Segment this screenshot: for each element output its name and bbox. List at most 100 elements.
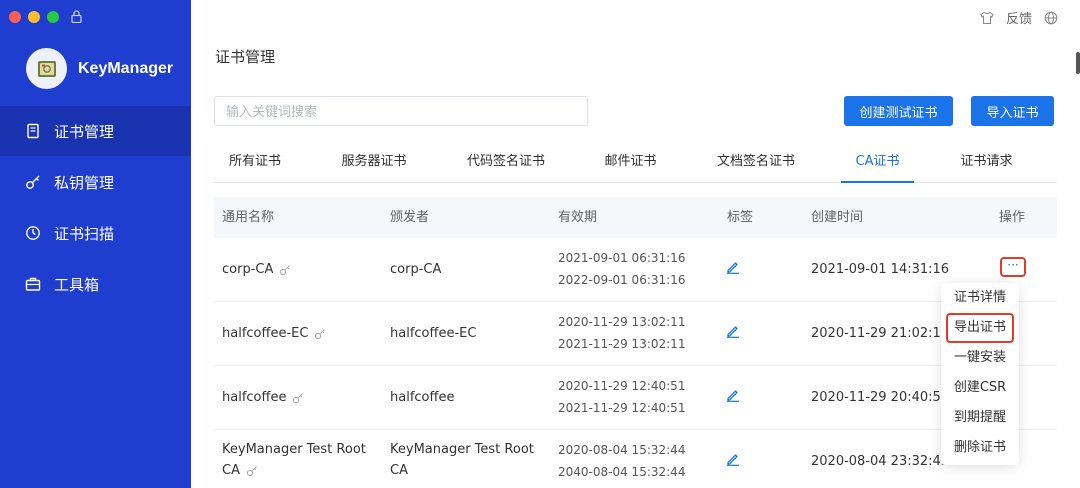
cert-name-cell: KeyManager Test Root CA xyxy=(222,439,382,481)
cert-validity: 2020-08-04 15:32:44 2040-08-04 15:32:44 xyxy=(558,439,685,483)
column-header-actions: 操作 xyxy=(999,210,1026,225)
menu-item-one-click-install[interactable]: 一键安装 xyxy=(941,343,1019,373)
window-controls xyxy=(9,11,59,23)
cert-validity: 2021-09-01 06:31:16 2022-09-01 06:31:16 xyxy=(558,247,685,291)
cert-created: 2021-09-01 14:31:16 xyxy=(811,262,950,277)
create-test-cert-button[interactable]: 创建测试证书 xyxy=(844,96,953,126)
valid-from: 2020-08-04 15:32:44 xyxy=(558,443,686,457)
cert-name-cell: halfcoffee xyxy=(222,387,382,408)
valid-from: 2020-11-29 12:40:51 xyxy=(558,379,686,393)
import-cert-button[interactable]: 导入证书 xyxy=(971,96,1054,126)
cert-name: halfcoffee xyxy=(222,390,287,405)
valid-to: 2021-11-29 13:02:11 xyxy=(558,337,686,351)
table-header: 通用名称 颁发者 有效期 标签 创建时间 操作 xyxy=(214,197,1057,238)
app-name: KeyManager xyxy=(78,59,174,77)
scrollbar[interactable] xyxy=(1076,52,1080,74)
sidebar-item-cert-scan[interactable]: 证书扫描 xyxy=(0,208,191,258)
scan-icon xyxy=(25,225,41,241)
cert-created: 2020-08-04 23:32:45 xyxy=(811,454,950,469)
key-icon xyxy=(246,465,257,476)
tab-cert-requests[interactable]: 证书请求 xyxy=(960,141,1013,183)
table-row[interactable]: KeyManager Test Root CA KeyManager Test … xyxy=(214,430,1057,488)
edit-icon xyxy=(727,326,739,338)
column-header-tags[interactable]: 标签 xyxy=(727,197,753,238)
key-icon xyxy=(293,392,304,403)
tab-ca-certs[interactable]: CA证书 xyxy=(841,141,914,183)
tab-email-certs[interactable]: 邮件证书 xyxy=(604,141,657,183)
edit-icon xyxy=(727,454,739,466)
certificate-icon xyxy=(25,123,41,139)
tab-server-certs[interactable]: 服务器证书 xyxy=(341,141,407,183)
cert-validity: 2020-11-29 13:02:11 2021-11-29 13:02:11 xyxy=(558,311,685,355)
tab-code-signing-certs[interactable]: 代码签名证书 xyxy=(466,141,546,183)
menu-item-delete-cert[interactable]: 删除证书 xyxy=(941,433,1019,463)
sidebar-item-toolbox[interactable]: 工具箱 xyxy=(0,259,191,309)
cert-name: halfcoffee-EC xyxy=(222,326,309,341)
key-icon xyxy=(280,264,291,275)
sidebar-item-cert-management[interactable]: 证书管理 xyxy=(0,106,191,156)
column-header-common-name[interactable]: 通用名称 xyxy=(222,197,274,238)
cert-name: corp-CA xyxy=(222,262,274,277)
menu-item-create-csr[interactable]: 创建CSR xyxy=(941,373,1019,403)
brand: KeyManager xyxy=(26,48,173,89)
page-title: 证书管理 xyxy=(215,48,276,66)
menu-item-export-cert[interactable]: 导出证书 xyxy=(946,313,1014,343)
edit-tag-button[interactable] xyxy=(726,388,740,406)
valid-to: 2040-08-04 15:32:44 xyxy=(558,465,686,479)
cert-issuer: halfcoffee-EC xyxy=(390,326,477,341)
valid-to: 2022-09-01 06:31:16 xyxy=(558,273,686,287)
valid-from: 2021-09-01 06:31:16 xyxy=(558,251,686,265)
lock-icon[interactable] xyxy=(71,10,82,23)
valid-to: 2021-11-29 12:40:51 xyxy=(558,401,686,415)
tab-all-certs[interactable]: 所有证书 xyxy=(229,141,281,183)
valid-from: 2020-11-29 13:02:11 xyxy=(558,315,686,329)
key-icon xyxy=(315,328,326,339)
edit-tag-button[interactable] xyxy=(726,260,740,278)
sidebar-item-label: 私钥管理 xyxy=(54,173,115,192)
table-row[interactable]: corp-CA corp-CA 2021-09-01 06:31:16 2022… xyxy=(214,238,1057,302)
actions-dropdown-menu: 证书详情 导出证书 一键安装 创建CSR 到期提醒 删除证书 xyxy=(941,283,1019,465)
cert-issuer: halfcoffee xyxy=(390,390,455,405)
key-icon xyxy=(25,174,41,190)
edit-tag-button[interactable] xyxy=(726,324,740,342)
top-toolbar: 反馈 xyxy=(980,8,1058,27)
cert-table: 通用名称 颁发者 有效期 标签 创建时间 操作 corp-CA corp-CA … xyxy=(214,197,1057,488)
cert-created: 2020-11-29 20:40:51 xyxy=(811,390,950,405)
edit-icon xyxy=(727,262,739,274)
column-header-validity[interactable]: 有效期 xyxy=(558,197,597,238)
feedback-link[interactable]: 反馈 xyxy=(1006,8,1032,27)
sidebar-nav: 证书管理 私钥管理 证书扫描 工具箱 xyxy=(0,106,191,310)
shirt-icon[interactable] xyxy=(980,11,994,25)
app-logo xyxy=(26,48,67,89)
globe-icon[interactable] xyxy=(1044,11,1058,25)
tab-document-signing-certs[interactable]: 文档签名证书 xyxy=(716,141,796,183)
cert-type-tabs: 所有证书 服务器证书 代码签名证书 邮件证书 文档签名证书 CA证书 证书请求 xyxy=(214,141,1057,183)
menu-item-expiry-reminder[interactable]: 到期提醒 xyxy=(941,403,1019,433)
cert-name-cell: halfcoffee-EC xyxy=(222,323,382,344)
sidebar: KeyManager 证书管理 私钥管理 证书扫描 工具箱 xyxy=(0,0,191,488)
edit-icon xyxy=(727,390,739,402)
safe-icon xyxy=(37,60,56,77)
table-row[interactable]: halfcoffee halfcoffee 2020-11-29 12:40:5… xyxy=(214,366,1057,430)
cert-created: 2020-11-29 21:02:11 xyxy=(811,326,950,341)
column-header-issuer[interactable]: 颁发者 xyxy=(390,197,429,238)
sidebar-item-label: 证书扫描 xyxy=(54,224,115,243)
sidebar-item-label: 证书管理 xyxy=(54,122,115,141)
close-window-button[interactable] xyxy=(9,11,21,23)
column-header-created[interactable]: 创建时间 xyxy=(811,197,863,238)
edit-tag-button[interactable] xyxy=(726,452,740,470)
menu-item-cert-details[interactable]: 证书详情 xyxy=(941,283,1019,313)
sidebar-item-key-management[interactable]: 私钥管理 xyxy=(0,157,191,207)
more-actions-button[interactable]: ··· xyxy=(1000,257,1026,277)
sidebar-item-label: 工具箱 xyxy=(54,275,100,294)
cert-issuer: corp-CA xyxy=(390,262,442,277)
cert-name-cell: corp-CA xyxy=(222,259,382,280)
minimize-window-button[interactable] xyxy=(28,11,40,23)
maximize-window-button[interactable] xyxy=(47,11,59,23)
cert-name: KeyManager Test Root CA xyxy=(222,442,366,478)
cert-validity: 2020-11-29 12:40:51 2021-11-29 12:40:51 xyxy=(558,375,685,419)
table-row[interactable]: halfcoffee-EC halfcoffee-EC 2020-11-29 1… xyxy=(214,302,1057,366)
cert-issuer: KeyManager Test Root CA xyxy=(390,442,534,478)
toolbox-icon xyxy=(25,276,41,292)
search-input[interactable] xyxy=(214,96,588,126)
